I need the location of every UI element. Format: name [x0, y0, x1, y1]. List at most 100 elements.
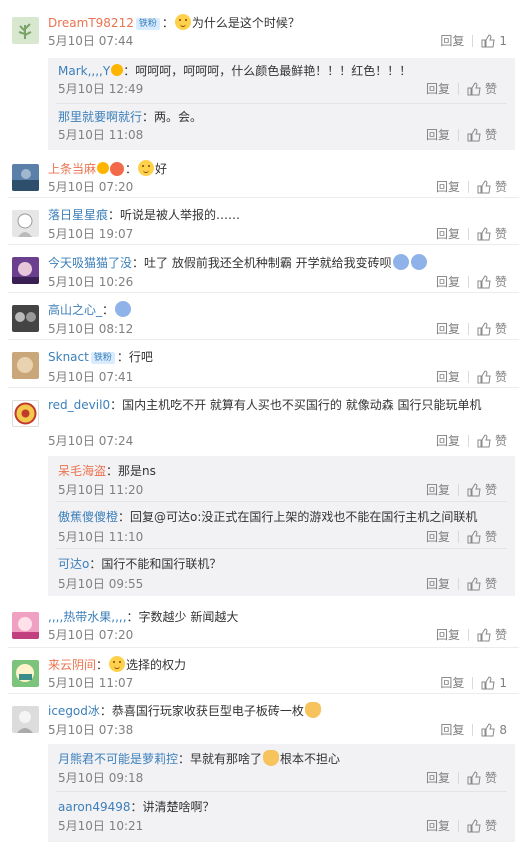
reply-item: 那里就要啊就行：两。会。 5月10日 11:08 回复赞 [58, 110, 497, 144]
reply-item: Mark,,,,Y ：呵呵呵，呵呵呵，什么颜色最鲜艳！！！红色！！！ 5月10日 … [48, 58, 515, 104]
reply-username[interactable]: 傲蕉傻傻橙 [58, 510, 118, 524]
reply-username[interactable]: 可达o [58, 557, 89, 571]
thumbs-up-icon [467, 577, 481, 591]
emoji-icon [392, 254, 409, 270]
comment-username[interactable]: Sknact [48, 350, 89, 364]
reply-button[interactable]: 回复 [426, 769, 450, 787]
reply-username[interactable]: Mark,,,,Y [58, 64, 110, 78]
comment-username[interactable]: ,,,,热带水果,,,, [48, 610, 127, 624]
thumbs-up-icon [477, 227, 491, 241]
comment-item: red_devil0：国内主机吃不开 就算有人买也不买国行的 就像动森 国行只能… [0, 388, 523, 454]
avatar[interactable] [12, 17, 39, 44]
comment-username[interactable]: 落日星星痕 [48, 208, 108, 222]
thumbs-up-icon [467, 819, 481, 833]
thumbs-up-icon [477, 180, 491, 194]
comment-time: 5月10日 07:24 [48, 434, 134, 448]
like-button[interactable]: 赞 [477, 178, 507, 196]
fan-badge: 铁粉 [90, 352, 115, 364]
comment-text: 行吧 [128, 350, 153, 364]
avatar[interactable] [12, 400, 39, 427]
thumbs-up-icon [467, 771, 481, 785]
reply-time: 5月10日 09:55 [58, 577, 144, 591]
like-button[interactable]: 赞 [477, 432, 507, 450]
reply-username[interactable]: aaron49498 [58, 800, 131, 814]
reply-button[interactable]: 回复 [436, 320, 460, 338]
like-button[interactable]: 1 [481, 674, 507, 692]
reply-button[interactable]: 回复 [426, 817, 450, 835]
like-button[interactable]: 赞 [477, 273, 507, 291]
comment-username[interactable]: red_devil0 [48, 398, 110, 412]
like-button[interactable]: 赞 [477, 225, 507, 243]
reply-text: 早就有那啥了 [190, 752, 263, 766]
avatar[interactable] [12, 164, 39, 191]
comment-time: 5月10日 19:07 [48, 227, 134, 241]
like-button[interactable]: 赞 [477, 320, 507, 338]
reply-button[interactable]: 回复 [426, 481, 450, 499]
comment-username[interactable]: 来云阴间 [48, 658, 96, 672]
thumbs-up-icon [477, 370, 491, 384]
reply-button[interactable]: 回复 [436, 432, 460, 450]
comment-username[interactable]: 高山之心_ [48, 303, 102, 317]
reply-button[interactable]: 回复 [440, 32, 464, 50]
reply-time: 5月10日 11:20 [58, 483, 144, 497]
like-button[interactable]: 赞 [467, 80, 497, 98]
reply-button[interactable]: 回复 [436, 178, 460, 196]
comment-username[interactable]: DreamT98212 [48, 16, 134, 30]
thumbs-up-icon [467, 530, 481, 544]
comment-text: 字数越少 新闻越大 [138, 610, 239, 624]
reply-text: 讲清楚啥啊？ [142, 800, 215, 814]
reply-text: 那是ns [118, 464, 156, 478]
comment-text: 为什么是这个时候？ [191, 16, 300, 30]
comment-username[interactable]: 今天吸猫猫了没 [48, 256, 132, 270]
reply-button[interactable]: 回复 [436, 626, 460, 644]
avatar[interactable] [12, 210, 39, 237]
like-button[interactable]: 赞 [467, 769, 497, 787]
comment-time: 5月10日 07:41 [48, 370, 134, 384]
like-button[interactable]: 赞 [467, 528, 497, 546]
avatar[interactable] [12, 257, 39, 284]
reply-username[interactable]: 月熊君不可能是萝莉控 [58, 752, 178, 766]
thumbs-up-icon [467, 128, 481, 142]
reply-button[interactable]: 回复 [436, 273, 460, 291]
avatar[interactable] [12, 305, 39, 332]
reply-item: 傲蕉傻傻橙：回复@可达o:没正式在国行上架的游戏也不能在国行主机之间联机 5月1… [48, 502, 515, 549]
comment-username[interactable]: 上条当麻 [48, 162, 96, 176]
like-button[interactable]: 赞 [477, 368, 507, 386]
like-button[interactable]: 赞 [477, 626, 507, 644]
like-button[interactable]: 8 [481, 721, 507, 739]
reply-button[interactable]: 回复 [426, 80, 450, 98]
reply-text: 呵呵呵，呵呵呵，什么颜色最鲜艳！！！红色！！！ [135, 64, 412, 78]
comment-item: ,,,,热带水果,,,,：字数越少 新闻越大 5月10日 07:20 回复赞 [0, 600, 523, 648]
reply-username[interactable]: 那里就要啊就行 [58, 110, 142, 124]
reply-username[interactable]: 呆毛海盗 [58, 464, 106, 478]
reply-button[interactable]: 回复 [436, 225, 460, 243]
like-button[interactable]: 赞 [467, 126, 497, 144]
thumbs-up-icon [481, 723, 495, 737]
comment-text: 听说是被人举报的…… [120, 208, 241, 222]
reply-button[interactable]: 回复 [426, 126, 450, 144]
avatar[interactable] [12, 660, 39, 687]
reply-button[interactable]: 回复 [426, 528, 450, 546]
like-button[interactable]: 赞 [467, 481, 497, 499]
thumbs-up-icon [481, 676, 495, 690]
like-button[interactable]: 1 [481, 32, 507, 50]
reply-time: 5月10日 09:18 [58, 771, 144, 785]
reply-button[interactable]: 回复 [440, 721, 464, 739]
thumbs-up-icon [467, 483, 481, 497]
reply-button[interactable]: 回复 [440, 674, 464, 692]
comment-time: 5月10日 07:20 [48, 628, 134, 642]
like-button[interactable]: 赞 [467, 817, 497, 835]
like-button[interactable]: 赞 [467, 575, 497, 593]
reply-thread: 月熊君不可能是萝莉控：早就有那啥了 根本不担心 5月10日 09:18 回复赞 a… [48, 744, 515, 842]
reply-time: 5月10日 10:21 [58, 819, 144, 833]
avatar[interactable] [12, 612, 39, 639]
avatar[interactable] [12, 352, 39, 379]
thumbs-up-icon [477, 628, 491, 642]
reply-text-continued: 根本不担心 [280, 752, 341, 766]
reply-button[interactable]: 回复 [436, 368, 460, 386]
emoji-icon [410, 254, 427, 270]
avatar[interactable] [12, 706, 39, 733]
emoji-icon [115, 301, 132, 317]
comment-username[interactable]: icegod冰 [48, 704, 100, 718]
reply-button[interactable]: 回复 [426, 575, 450, 593]
